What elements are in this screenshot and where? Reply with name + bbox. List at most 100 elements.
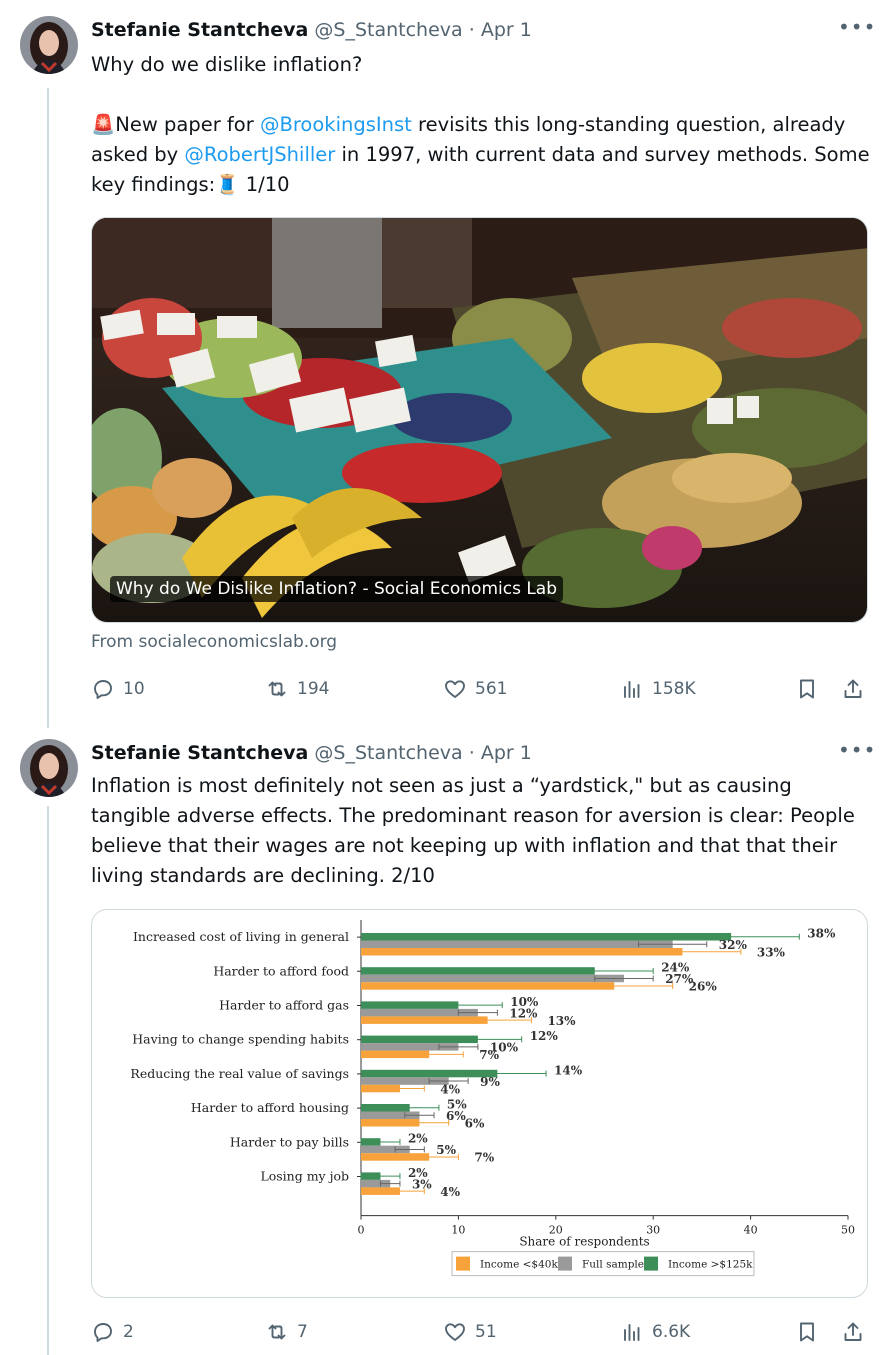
reply-button[interactable]: 2 [91,1317,134,1347]
share-icon [844,1322,862,1341]
views-button[interactable]: 6.6K [620,1317,690,1347]
bookmark-button[interactable] [795,1317,819,1347]
text-segment: New paper for [115,113,260,136]
repost-button[interactable]: 7 [265,1317,308,1347]
data-label: 5% [436,1143,456,1157]
bookmark-button[interactable] [795,674,819,704]
category-label: Having to change spending habits [132,1032,349,1047]
tweet-actions: 2 7 51 6.6K [91,1317,868,1347]
mention-link[interactable]: @RobertJShiller [184,143,335,166]
bookmark-icon [800,1322,814,1342]
category-label: Harder to afford food [213,963,349,978]
data-label: 12% [509,1006,538,1020]
like-button[interactable]: 51 [443,1317,497,1347]
market-photo [92,218,867,622]
reply-icon [94,680,112,699]
author-handle[interactable]: @S_Stantcheva [314,742,462,764]
repost-button[interactable]: 194 [265,674,329,704]
data-label: 7% [474,1151,494,1165]
data-label: 26% [689,980,718,994]
like-button[interactable]: 561 [443,674,507,704]
view-count: 6.6K [652,1322,691,1342]
repost-count: 194 [297,679,330,699]
bar-chart: 0 10 20 30 40 50Share of respondentsIncreased… [130,920,855,1277]
share-button[interactable] [841,674,865,704]
like-count: 561 [475,679,508,699]
bar [361,940,673,948]
tweet-header: Stefanie Stantcheva @S_Stantcheva · Apr … [91,739,532,767]
analytics-icon [624,681,640,698]
tweet-2[interactable]: Stefanie Stantcheva @S_Stantcheva · Apr … [0,739,886,1355]
thread-emoji: 🧵 [215,173,240,196]
data-label: 2% [408,1132,428,1146]
share-icon [844,679,862,698]
legend-label: Income <$40k [480,1259,558,1271]
text-segment: 1/10 [239,173,290,196]
more-horizontal-icon: ••• [838,15,877,39]
like-count: 51 [475,1322,497,1342]
tweet-text: Why do we dislike inflation? 🚨New paper … [91,50,871,200]
data-label: 7% [479,1048,499,1062]
data-label: 38% [807,927,836,941]
data-label: 33% [757,946,786,960]
link-source[interactable]: From socialeconomicslab.org [91,630,337,654]
x-tick-label: 50 [841,1224,855,1237]
category-label: Reducing the real value of savings [130,1066,349,1081]
bookmark-icon [800,679,814,699]
author-name[interactable]: Stefanie Stantcheva [91,19,308,41]
heart-icon [445,680,465,698]
mention-link[interactable]: @BrookingsInst [260,113,412,136]
tweet-actions: 10 194 561 158K [91,674,868,704]
repost-count: 7 [297,1322,308,1342]
category-label: Losing my job [260,1169,349,1184]
share-button[interactable] [841,1317,865,1347]
x-tick-label: 40 [744,1224,758,1237]
data-label: 14% [554,1063,583,1077]
reply-icon [94,1323,112,1342]
chart-card[interactable]: 0 10 20 30 40 50 Share of respondents Increased… [91,909,868,1298]
x-axis-label: Share of respondents [519,1235,649,1249]
legend-label: Full sample [582,1259,644,1271]
alert-emoji: 🚨 [91,113,116,136]
data-label: 9% [480,1075,500,1089]
data-label: 13% [547,1014,576,1028]
tweet-text: Inflation is most definitely not seen as… [91,774,855,887]
data-label: 4% [440,1185,460,1199]
tweet-text-line: Why do we dislike inflation? [91,53,363,76]
heart-icon [445,1323,465,1341]
category-label: Harder to afford gas [219,998,349,1013]
separator-dot: · [468,19,475,41]
repost-icon [268,681,286,697]
reply-button[interactable]: 10 [91,674,145,704]
post-date[interactable]: Apr 1 [481,19,532,41]
more-options-button[interactable]: ••• [838,16,875,44]
data-label: 12% [530,1029,559,1043]
legend-swatch [558,1256,572,1271]
author-handle[interactable]: @S_Stantcheva [314,19,462,41]
category-label: Harder to pay bills [230,1134,349,1149]
tweet-1[interactable]: Stefanie Stantcheva @S_Stantcheva · Apr … [0,16,886,716]
avatar[interactable] [20,16,78,74]
post-date[interactable]: Apr 1 [481,742,532,764]
reply-count: 10 [123,679,145,699]
legend-label: Income >$125k [668,1259,753,1271]
reply-count: 2 [123,1322,134,1342]
data-label: 32% [719,938,748,952]
analytics-icon [624,1324,640,1341]
repost-icon [268,1324,286,1340]
tweet-header: Stefanie Stantcheva @S_Stantcheva · Apr … [91,16,532,44]
link-card[interactable]: Why do We Dislike Inflation? - Social Ec… [91,217,868,623]
view-count: 158K [652,679,696,699]
tweet-text-paragraph: 🚨New paper for @BrookingsInst revisits t… [91,110,871,200]
author-name[interactable]: Stefanie Stantcheva [91,742,308,764]
legend-swatch [644,1256,658,1271]
category-label: Harder to afford housing [191,1100,349,1115]
data-label: 4% [440,1082,460,1096]
separator-dot: · [468,742,475,764]
bar [361,974,624,983]
views-button[interactable]: 158K [620,674,696,704]
avatar[interactable] [20,739,78,797]
data-label: 6% [465,1117,485,1131]
more-options-button[interactable]: ••• [838,739,875,767]
link-card-caption[interactable]: Why do We Dislike Inflation? - Social Ec… [110,576,564,602]
